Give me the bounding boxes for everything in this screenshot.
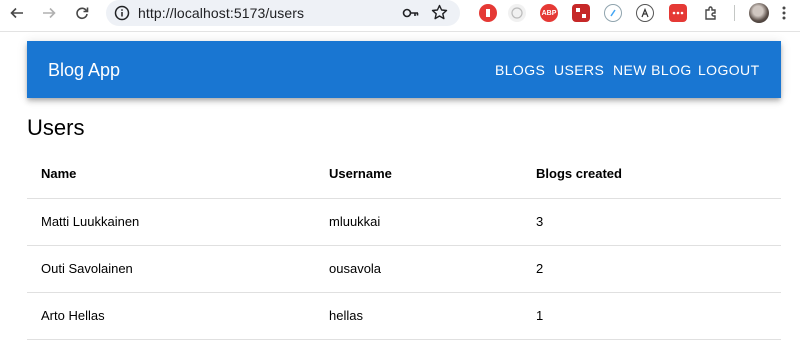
adblock-plus-icon[interactable]: ABP <box>540 4 558 22</box>
nav-link-logout[interactable]: LOGOUT <box>698 62 760 78</box>
username-cell: hellas <box>315 292 522 340</box>
username-cell: mluukkai <box>315 198 522 246</box>
browser-toolbar: http://localhost:5173/users ABP <box>0 0 800 26</box>
toolbar-divider <box>734 5 735 21</box>
extension-a-icon[interactable] <box>636 4 654 22</box>
extensions-puzzle-icon[interactable] <box>702 4 720 22</box>
extension-circle-icon[interactable] <box>604 4 622 22</box>
user-name-cell[interactable]: Matti Luukkainen <box>27 198 315 246</box>
ublock-extension-icon[interactable] <box>479 4 497 22</box>
column-header-blogs-created: Blogs created <box>522 150 781 199</box>
forward-arrow-icon[interactable] <box>38 2 60 24</box>
extension-timer-icon[interactable] <box>508 4 526 22</box>
column-header-username: Username <box>315 150 522 199</box>
blogs-count-cell: 2 <box>522 245 781 293</box>
profile-avatar[interactable] <box>749 3 769 23</box>
reload-icon[interactable] <box>71 2 93 24</box>
user-name-cell[interactable]: Outi Savolainen <box>27 245 315 293</box>
nav-link-blogs[interactable]: BLOGS <box>495 62 545 78</box>
extension-grid-icon[interactable] <box>572 4 590 22</box>
table-row: Outi Savolainen ousavola 2 <box>27 245 781 293</box>
user-name-cell[interactable]: Arto Hellas <box>27 292 315 340</box>
abp-label: ABP <box>541 9 557 17</box>
column-header-name: Name <box>27 150 315 199</box>
table-row: Arto Hellas hellas 1 <box>27 292 781 340</box>
bookmark-star-icon[interactable] <box>431 4 448 26</box>
users-table: Name Username Blogs created Matti Luukka… <box>27 150 781 340</box>
app-title: Blog App <box>48 60 121 80</box>
password-key-icon[interactable] <box>402 5 420 26</box>
browser-menu-icon[interactable] <box>773 2 795 24</box>
url-text[interactable]: http://localhost:5173/users <box>138 5 304 21</box>
nav-link-new-blog[interactable]: NEW BLOG <box>613 62 692 78</box>
table-header-row: Name Username Blogs created <box>27 150 781 199</box>
site-info-icon[interactable] <box>114 5 130 26</box>
blogs-count-cell: 3 <box>522 198 781 246</box>
username-cell: ousavola <box>315 245 522 293</box>
page-title: Users <box>27 115 85 140</box>
blogs-count-cell: 1 <box>522 292 781 340</box>
toolbar-separator <box>0 31 800 32</box>
app-bar: Blog App BLOGS USERS NEW BLOG LOGOUT <box>27 41 781 98</box>
nav-link-users[interactable]: USERS <box>554 62 604 78</box>
back-arrow-icon[interactable] <box>6 2 28 24</box>
table-row: Matti Luukkainen mluukkai 3 <box>27 198 781 246</box>
address-bar[interactable]: http://localhost:5173/users <box>106 0 460 26</box>
extension-dots-icon[interactable] <box>669 4 687 22</box>
